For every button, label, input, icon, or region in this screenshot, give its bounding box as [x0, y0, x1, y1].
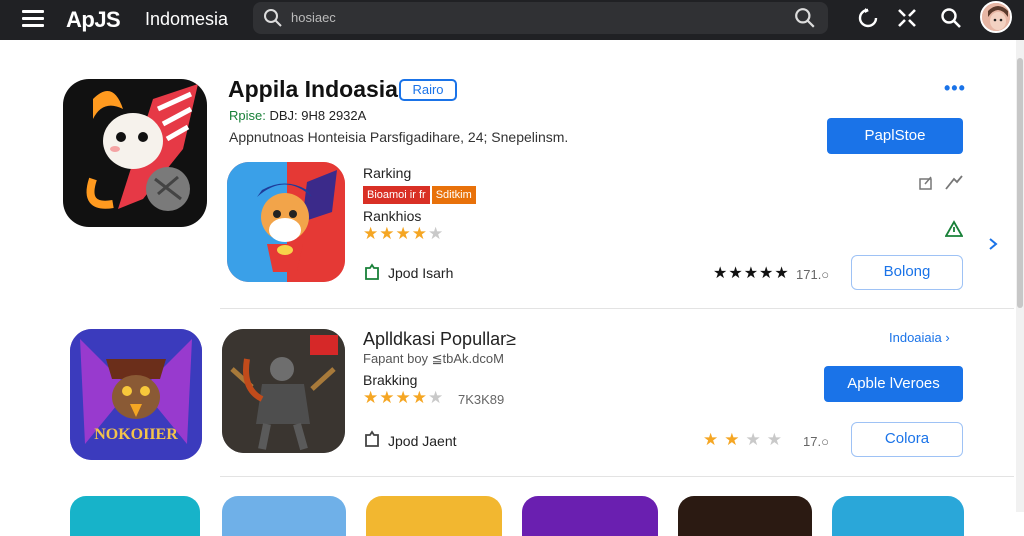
divider-bottom [220, 476, 1014, 477]
section-stars: ★★★★★ [363, 388, 445, 407]
item1-tags: Bioamoi ir fr Sditkim [363, 186, 476, 204]
scrollbar-thumb[interactable] [1017, 58, 1023, 308]
meta-rest: DBJ: 9H8 2932A [269, 108, 367, 123]
more-options-icon[interactable]: ••• [944, 78, 966, 99]
featured-description: Appnutnoas Honteisia Parsfigadihare, 24;… [229, 129, 569, 145]
bottom-app-icon-2[interactable] [222, 496, 346, 536]
search-placeholder: hosiaec [291, 10, 336, 25]
section-link[interactable]: Indoaiaia › [889, 330, 950, 345]
section-rating-stars: ★★★★ [703, 430, 788, 449]
featured-badge: Rairo [399, 79, 457, 101]
item1-tag-orange: Sditkim [431, 186, 476, 204]
section-count: 7K3K89 [458, 392, 505, 407]
item1-install-icon [365, 263, 379, 280]
refresh-icon[interactable] [857, 7, 879, 29]
alert-icon[interactable] [945, 220, 963, 238]
search-submit-icon[interactable] [794, 7, 816, 29]
featured-primary-button[interactable]: PaplStoe [827, 118, 963, 154]
section-install-label: Jpod Jaent [388, 433, 457, 449]
section-outline-button[interactable]: Colora [851, 422, 963, 457]
svg-text:NOKOIIER: NOKOIIER [94, 426, 178, 443]
item1-rating-stars: ★★★★★ [713, 265, 790, 282]
item1-install-label: Jpod Isarh [388, 265, 454, 281]
menu-icon[interactable] [22, 10, 44, 28]
search-icon [264, 9, 282, 27]
item1-app-icon[interactable] [227, 162, 345, 282]
item1-rank-label: Rankhios [363, 208, 422, 224]
section-subtitle: Fapant boy ≦tbAk.dcoM [363, 351, 504, 366]
section-primary-button[interactable]: Apble lVeroes [824, 366, 963, 402]
featured-meta: Rpise: DBJ: 9H8 2932A [229, 108, 366, 123]
region-label[interactable]: Indomesia [145, 9, 228, 30]
bottom-app-icon-5[interactable] [678, 496, 812, 536]
chevron-right-icon[interactable] [988, 237, 998, 251]
scrollbar[interactable] [1016, 40, 1024, 512]
search-icon-top[interactable] [940, 7, 962, 29]
meta-green: Rpise: [229, 108, 270, 123]
item1-stars: ★★★★★ [363, 224, 445, 243]
section-title[interactable]: Aplldkasi Popullar≥ [363, 329, 516, 350]
apps-icon[interactable] [896, 7, 918, 29]
divider [220, 308, 1014, 309]
section-app-icon[interactable] [222, 329, 345, 453]
top-bar: ApJS Indomesia hosiaec [0, 0, 1024, 40]
bottom-app-icon-1[interactable] [70, 496, 200, 536]
bottom-app-icon-3[interactable] [366, 496, 502, 536]
section-left-app-icon[interactable]: NOKOIIER [70, 329, 202, 460]
item1-tag-red: Bioamoi ir fr [363, 186, 430, 204]
bottom-app-icon-6[interactable] [832, 496, 964, 536]
item1-rating-value: 171.○ [796, 267, 830, 282]
share-icon[interactable] [918, 175, 934, 191]
section-rating-value: 17.○ [803, 434, 829, 449]
bottom-app-icon-4[interactable] [522, 496, 658, 536]
featured-app-title[interactable]: Appila Indoasia [228, 76, 398, 103]
item1-ranking-label: Rarking [363, 165, 412, 181]
search-input[interactable]: hosiaec [253, 2, 828, 34]
trend-icon[interactable] [944, 172, 964, 192]
brand-logo[interactable]: ApJS [66, 7, 121, 33]
avatar[interactable] [980, 1, 1012, 33]
item1-button[interactable]: Bolong [851, 255, 963, 290]
section-install-icon [365, 430, 379, 447]
featured-app-icon[interactable] [63, 79, 207, 227]
section-ranking-label: Brakking [363, 372, 418, 388]
